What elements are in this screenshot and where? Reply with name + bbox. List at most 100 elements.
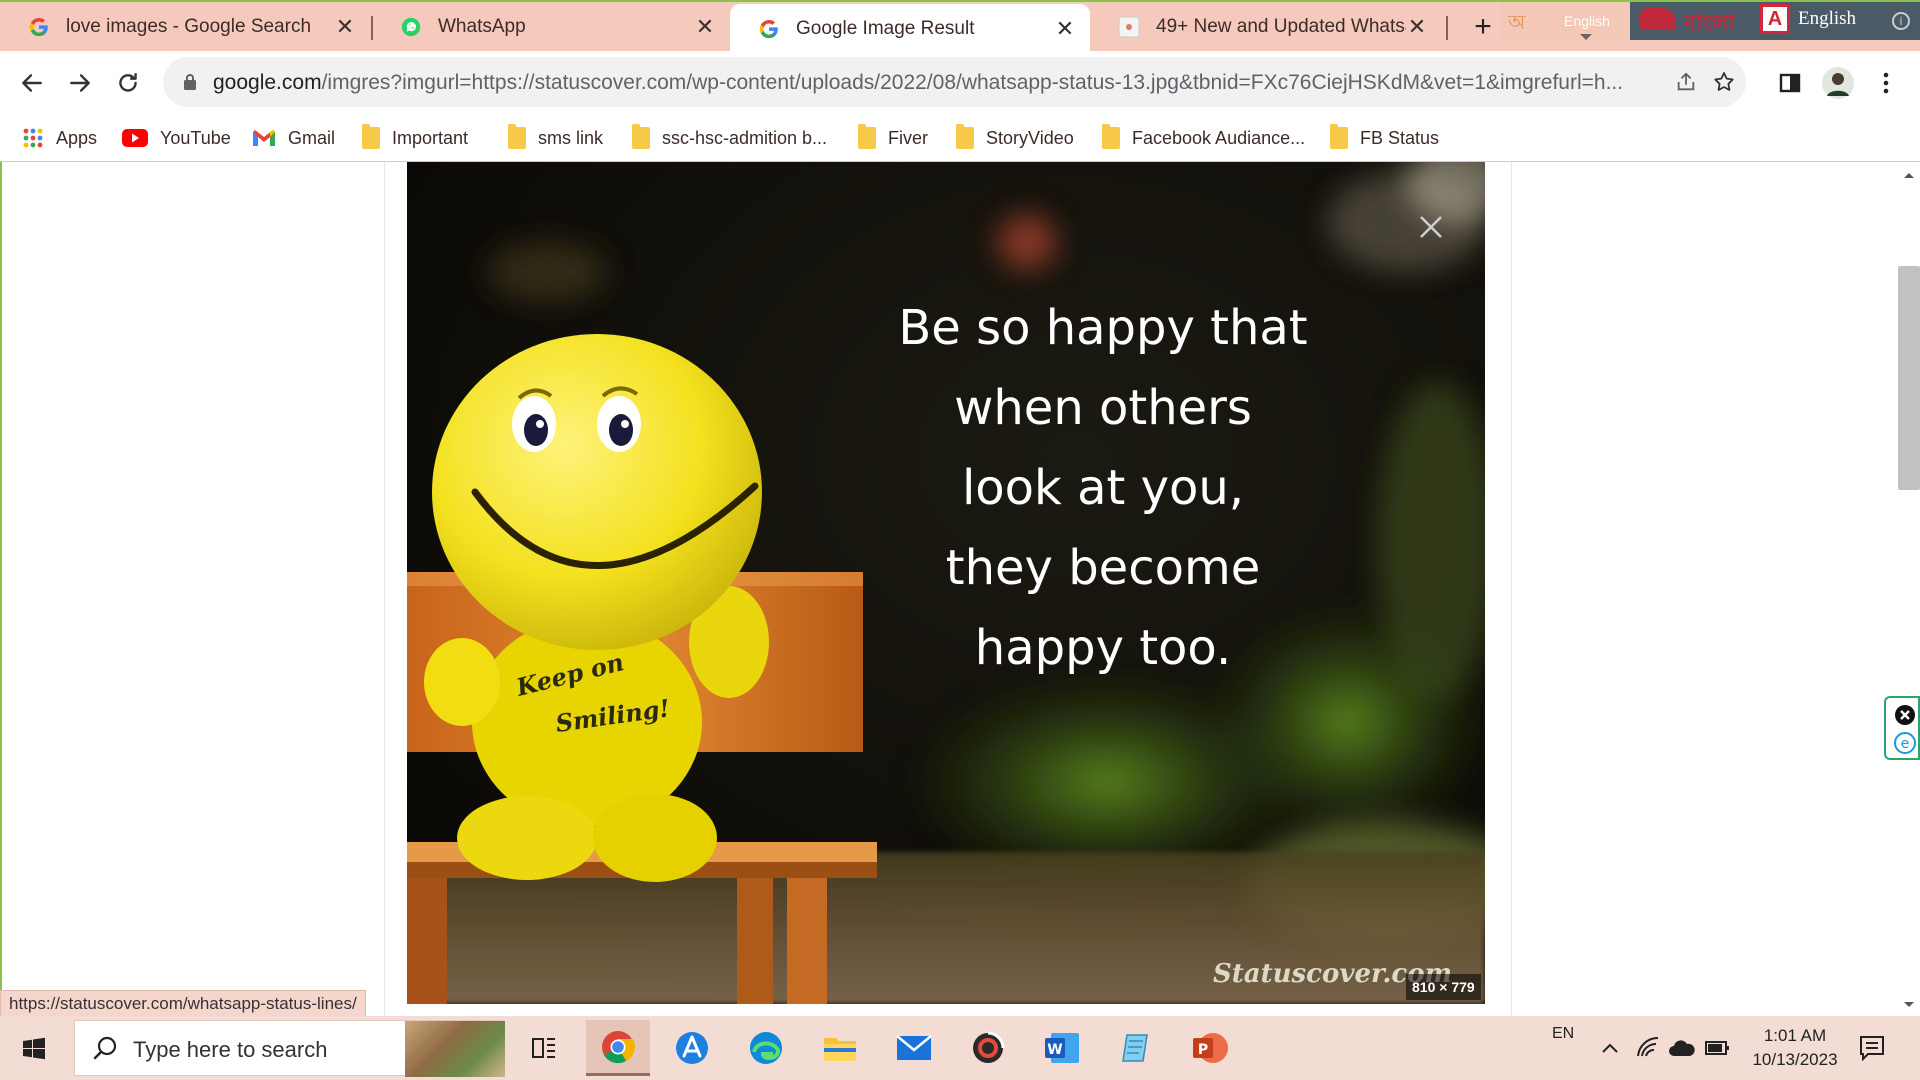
scroll-down-arrow-icon[interactable]: [1902, 1000, 1916, 1010]
side-panel-button[interactable]: [1770, 63, 1810, 103]
close-tab-icon[interactable]: ✕: [1054, 16, 1076, 42]
notifications-icon[interactable]: [1858, 1034, 1886, 1062]
clock-time: 1:01 AM: [1763, 1026, 1827, 1045]
url-text[interactable]: google.com/imgres?imgurl=https://statusc…: [213, 71, 1623, 95]
search-placeholder: Type here to search: [133, 1037, 328, 1062]
extension-side-widget[interactable]: e: [1884, 696, 1920, 760]
windows-taskbar: Type here to search W P EN 1:01 AM 10/13…: [0, 1016, 1920, 1080]
info-icon[interactable]: i: [1892, 12, 1910, 30]
bookmark-label: FB Status: [1360, 127, 1440, 148]
reload-button[interactable]: [108, 63, 148, 103]
edge-icon[interactable]: [734, 1020, 798, 1076]
quote-line: look at you,: [962, 460, 1244, 516]
search-icon: [93, 1036, 117, 1060]
bangla-glyph: অ: [1508, 12, 1526, 34]
bookmark-label: Important: [392, 127, 469, 148]
folder-icon: [632, 124, 650, 149]
onedrive-cloud-icon[interactable]: [1668, 1038, 1696, 1058]
page-border: [0, 162, 2, 1016]
bookmark-label: Facebook Audiance...: [1132, 127, 1306, 148]
tab-whatsapp[interactable]: WhatsApp ✕: [372, 4, 730, 50]
menu-button[interactable]: [1866, 63, 1906, 103]
forward-button[interactable]: [60, 63, 100, 103]
scrollbar-thumb[interactable]: [1898, 266, 1920, 490]
close-tab-icon[interactable]: ✕: [1406, 14, 1428, 40]
close-circle-icon[interactable]: [1894, 704, 1916, 726]
file-explorer-icon[interactable]: [808, 1020, 872, 1076]
site-icon: [1118, 16, 1140, 38]
apps-grid-icon: [22, 127, 44, 149]
system-clock[interactable]: 1:01 AM 10/13/2023: [1740, 1024, 1850, 1072]
bookmark-ssc-hsc[interactable]: ssc-hsc-admition b...: [632, 124, 828, 151]
taskbar-search[interactable]: Type here to search: [74, 1020, 505, 1077]
bookmark-fb-status[interactable]: FB Status: [1330, 124, 1440, 151]
svg-text:P: P: [1198, 1042, 1208, 1058]
browser-toolbar: google.com/imgres?imgurl=https://statusc…: [0, 51, 1920, 113]
mail-icon[interactable]: [882, 1020, 946, 1076]
share-icon[interactable]: [1673, 69, 1699, 95]
folder-icon: [362, 124, 380, 149]
media-icon[interactable]: [956, 1020, 1020, 1076]
folder-icon: [1330, 124, 1348, 149]
clock-date: 10/13/2023: [1752, 1050, 1838, 1069]
close-tab-icon[interactable]: ✕: [334, 14, 356, 40]
bookmark-storyvideo[interactable]: StoryVideo: [956, 124, 1074, 151]
battery-icon[interactable]: [1704, 1036, 1730, 1060]
scroll-up-arrow-icon[interactable]: [1902, 170, 1916, 180]
side-panel-icon: [1779, 73, 1801, 93]
bookmark-label: Fiver: [888, 127, 928, 148]
address-bar[interactable]: google.com/imgres?imgurl=https://statusc…: [163, 57, 1746, 107]
star-bookmark-icon[interactable]: [1711, 69, 1737, 95]
windows-start-icon[interactable]: [14, 1030, 52, 1068]
bookmark-fiver[interactable]: Fiver: [858, 124, 928, 151]
bookmark-youtube[interactable]: YouTube: [122, 125, 231, 151]
quote-line: when others: [954, 380, 1252, 436]
powerpoint-icon[interactable]: P: [1178, 1020, 1242, 1076]
close-preview-icon[interactable]: [1416, 212, 1446, 242]
extension-e-icon[interactable]: e: [1894, 732, 1916, 754]
url-path: /imgres?imgurl=https://statuscover.com/w…: [321, 71, 1624, 94]
bookmark-gmail[interactable]: Gmail: [252, 125, 335, 151]
page-content: Keep on Smiling! Be so happy that when o…: [0, 162, 1920, 1016]
close-tab-icon[interactable]: ✕: [694, 14, 716, 40]
arrow-right-icon: [70, 74, 90, 92]
tab-separator: [1446, 16, 1448, 40]
reload-icon: [119, 73, 137, 92]
ime-widget[interactable]: অ English: [1500, 2, 1630, 42]
link-status-bar: https://statuscover.com/whatsapp-status-…: [0, 990, 366, 1016]
acrobat-icon[interactable]: A: [1760, 4, 1790, 34]
profile-button[interactable]: [1818, 63, 1858, 103]
chrome-icon[interactable]: [586, 1020, 650, 1076]
tab-whatsapp-status[interactable]: 49+ New and Updated Whatsapp Status ✕: [1090, 4, 1442, 50]
back-button[interactable]: [12, 63, 52, 103]
lang-label: EN: [1552, 1025, 1575, 1042]
search-highlight-image[interactable]: [405, 1021, 505, 1077]
car-logo-icon: [1640, 8, 1676, 30]
input-language[interactable]: EN: [1552, 1016, 1574, 1080]
tab-love-images[interactable]: love images - Google Search ✕: [0, 4, 370, 50]
preview-image[interactable]: Keep on Smiling! Be so happy that when o…: [407, 162, 1485, 1004]
bookmark-facebook-audiance[interactable]: Facebook Audiance...: [1102, 124, 1306, 151]
tab-strip: love images - Google Search ✕ WhatsApp ✕…: [0, 0, 1920, 53]
notepad-icon[interactable]: [1104, 1020, 1168, 1076]
lock-icon[interactable]: [183, 73, 197, 96]
wifi-icon[interactable]: [1636, 1036, 1660, 1060]
app-store-icon[interactable]: [660, 1020, 724, 1076]
word-icon[interactable]: W: [1030, 1020, 1094, 1076]
task-view-icon[interactable]: [512, 1020, 576, 1076]
bookmark-apps[interactable]: Apps: [22, 125, 97, 151]
bookmark-label: Apps: [56, 127, 98, 148]
new-tab-button[interactable]: +: [1468, 10, 1498, 44]
svg-text:e: e: [1901, 736, 1910, 752]
bookmark-sms-link[interactable]: sms link: [508, 124, 604, 151]
tab-google-image-result[interactable]: Google Image Result ✕: [730, 4, 1090, 53]
chevron-up-icon[interactable]: [1600, 1038, 1620, 1058]
bookmark-label: ssc-hsc-admition b...: [662, 127, 828, 148]
ime-language[interactable]: English: [1798, 8, 1856, 30]
image-dimensions: 810 × 779: [1406, 974, 1481, 1000]
bookmark-label: sms link: [538, 127, 604, 148]
bookmark-important[interactable]: Important: [362, 124, 469, 151]
bangla-keyboard-widget[interactable]: বাংলা A English i: [1630, 2, 1920, 40]
ime-language-small: English: [1564, 13, 1610, 29]
bookmarks-bar: Apps YouTube Gmail Important sms link ss…: [0, 113, 1920, 162]
